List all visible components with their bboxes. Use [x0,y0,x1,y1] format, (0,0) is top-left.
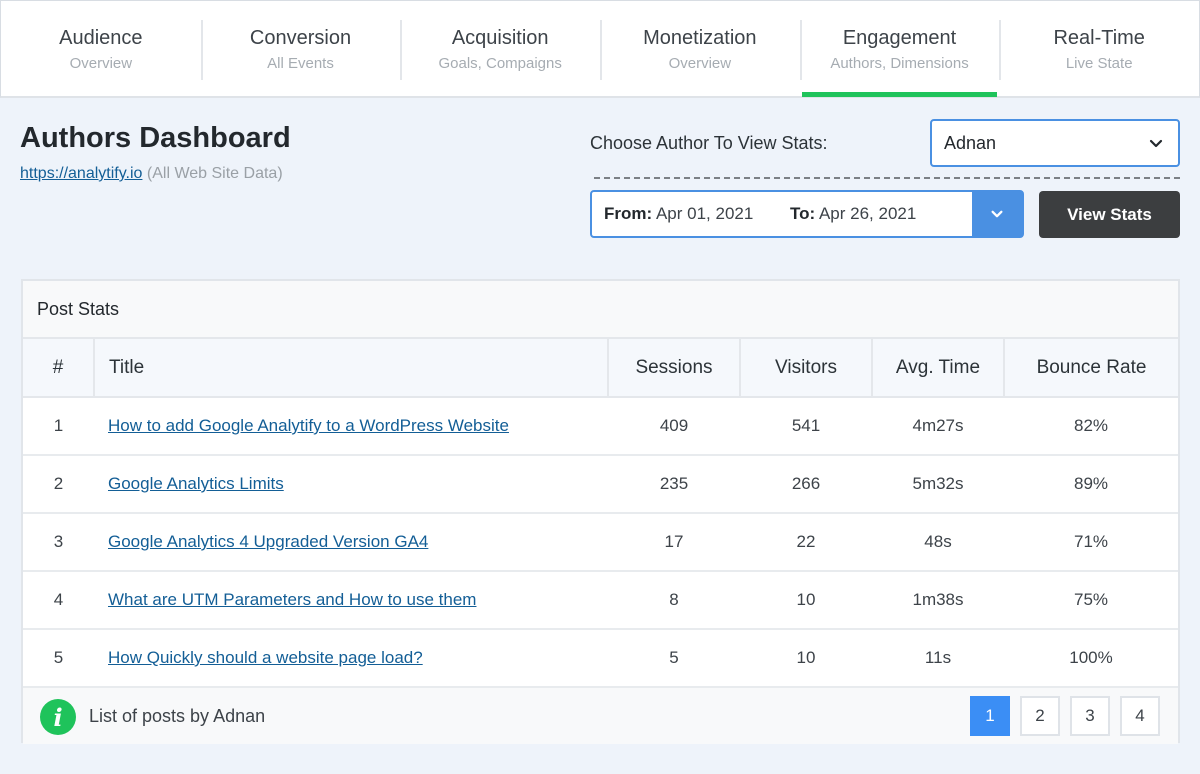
tab-subtitle: Live State [1065,55,1133,72]
page-button-4[interactable]: 4 [1120,696,1160,736]
post-title-link[interactable]: How to add Google Analytify to a WordPre… [108,416,509,435]
visitors-cell: 266 [740,455,872,514]
visitors-cell: 10 [740,629,872,688]
tab-title: Audience [59,27,143,49]
to-value: Apr 26, 2021 [818,204,917,223]
from-value: Apr 01, 2021 [655,204,754,223]
footer-text: List of posts by Adnan [89,706,266,726]
to-label: To: [790,204,816,223]
tab-subtitle: All Events [267,55,334,72]
tab-title: Real-Time [1053,27,1145,49]
page-title: Authors Dashboard [20,122,291,154]
sessions-cell: 5 [608,629,740,688]
divider [594,177,1180,179]
tab-title: Conversion [249,27,352,49]
sessions-cell: 17 [608,513,740,572]
post-stats-table: # Title Sessions Visitors Avg. Time Boun… [23,339,1178,688]
pagination: 1 2 3 4 [970,696,1160,736]
row-number: 5 [23,629,94,688]
to-date: To: Apr 26, 2021 [790,204,916,224]
date-range-picker[interactable]: From: Apr 01, 2021 To: Apr 26, 2021 [590,190,1024,238]
page-button-3[interactable]: 3 [1070,696,1110,736]
date-dropdown-toggle[interactable] [972,192,1022,236]
avg-time-cell: 5m32s [872,455,1004,514]
tab-title: Acquisition [451,27,549,49]
tab-monetization[interactable]: Monetization Overview [600,1,800,96]
tab-title: Monetization [643,27,757,49]
sessions-cell: 8 [608,571,740,630]
table-row: 3 Google Analytics 4 Upgraded Version GA… [23,513,1178,572]
sessions-cell: 235 [608,455,740,514]
tab-conversion[interactable]: Conversion All Events [200,1,401,96]
view-stats-button[interactable]: View Stats [1039,191,1180,238]
visitors-cell: 22 [740,513,872,572]
chevron-down-icon [991,210,1003,218]
post-stats-panel: Post Stats # Title Sessions Visitors Avg… [21,279,1180,744]
column-header-bounce-rate: Bounce Rate [1004,339,1178,398]
post-title-cell: Google Analytics Limits [94,455,608,514]
avg-time-cell: 48s [872,513,1004,572]
panel-title: Post Stats [23,281,1178,339]
post-title-link[interactable]: How Quickly should a website page load? [108,648,423,667]
table-row: 1 How to add Google Analytify to a WordP… [23,397,1178,456]
tab-subtitle: Overview [668,55,732,72]
avg-time-cell: 4m27s [872,397,1004,456]
tab-bar: Audience Overview Conversion All Events … [0,0,1200,98]
tab-subtitle: Overview [69,55,133,72]
avg-time-cell: 11s [872,629,1004,688]
author-select[interactable]: Adnan [930,119,1180,167]
column-header-sessions: Sessions [608,339,741,398]
bounce-rate-cell: 71% [1004,513,1178,572]
visitors-cell: 10 [740,571,872,630]
post-title-link[interactable]: What are UTM Parameters and How to use t… [108,590,476,609]
tab-real-time[interactable]: Real-Time Live State [999,1,1199,96]
visitors-cell: 541 [740,397,872,456]
sessions-cell: 409 [608,397,740,456]
column-header-avg-time: Avg. Time [872,339,1005,398]
column-header-visitors: Visitors [740,339,873,398]
panel-footer: i List of posts by Adnan 1 2 3 4 [23,688,1178,744]
avg-time-cell: 1m38s [872,571,1004,630]
row-number: 1 [23,397,94,456]
column-header-number: # [23,339,95,398]
site-line: https://analytify.io (All Web Site Data) [20,165,283,183]
bounce-rate-cell: 100% [1004,629,1178,688]
post-title-link[interactable]: Google Analytics 4 Upgraded Version GA4 [108,532,428,551]
post-title-cell: Google Analytics 4 Upgraded Version GA4 [94,513,608,572]
site-url-link[interactable]: https://analytify.io [20,165,142,182]
info-icon: i [40,699,76,735]
chevron-down-icon [1149,139,1163,148]
bounce-rate-cell: 82% [1004,397,1178,456]
bounce-rate-cell: 75% [1004,571,1178,630]
post-title-cell: How Quickly should a website page load? [94,629,608,688]
table-row: 4 What are UTM Parameters and How to use… [23,571,1178,630]
page-button-2[interactable]: 2 [1020,696,1060,736]
bounce-rate-cell: 89% [1004,455,1178,514]
tab-subtitle: Goals, Compaigns [438,55,562,72]
site-note: (All Web Site Data) [146,165,283,182]
author-select-value: Adnan [944,132,997,153]
tab-engagement[interactable]: Engagement Authors, Dimensions [799,1,1000,97]
tab-title: Engagement [842,27,957,49]
post-title-link[interactable]: Google Analytics Limits [108,474,284,493]
tab-acquisition[interactable]: Acquisition Goals, Compaigns [400,1,600,96]
tab-subtitle: Authors, Dimensions [830,55,969,72]
post-title-cell: What are UTM Parameters and How to use t… [94,571,608,630]
row-number: 4 [23,571,94,630]
column-header-title: Title [94,339,609,398]
table-row: 2 Google Analytics Limits 235 266 5m32s … [23,455,1178,514]
author-picker-label: Choose Author To View Stats: [590,133,828,153]
row-number: 3 [23,513,94,572]
tab-audience[interactable]: Audience Overview [1,1,201,96]
from-label: From: [604,204,653,223]
from-date: From: Apr 01, 2021 [604,204,753,224]
page-button-1[interactable]: 1 [970,696,1010,736]
table-header-row: # Title Sessions Visitors Avg. Time Boun… [23,339,1178,398]
table-row: 5 How Quickly should a website page load… [23,629,1178,688]
post-title-cell: How to add Google Analytify to a WordPre… [94,397,608,456]
row-number: 2 [23,455,94,514]
